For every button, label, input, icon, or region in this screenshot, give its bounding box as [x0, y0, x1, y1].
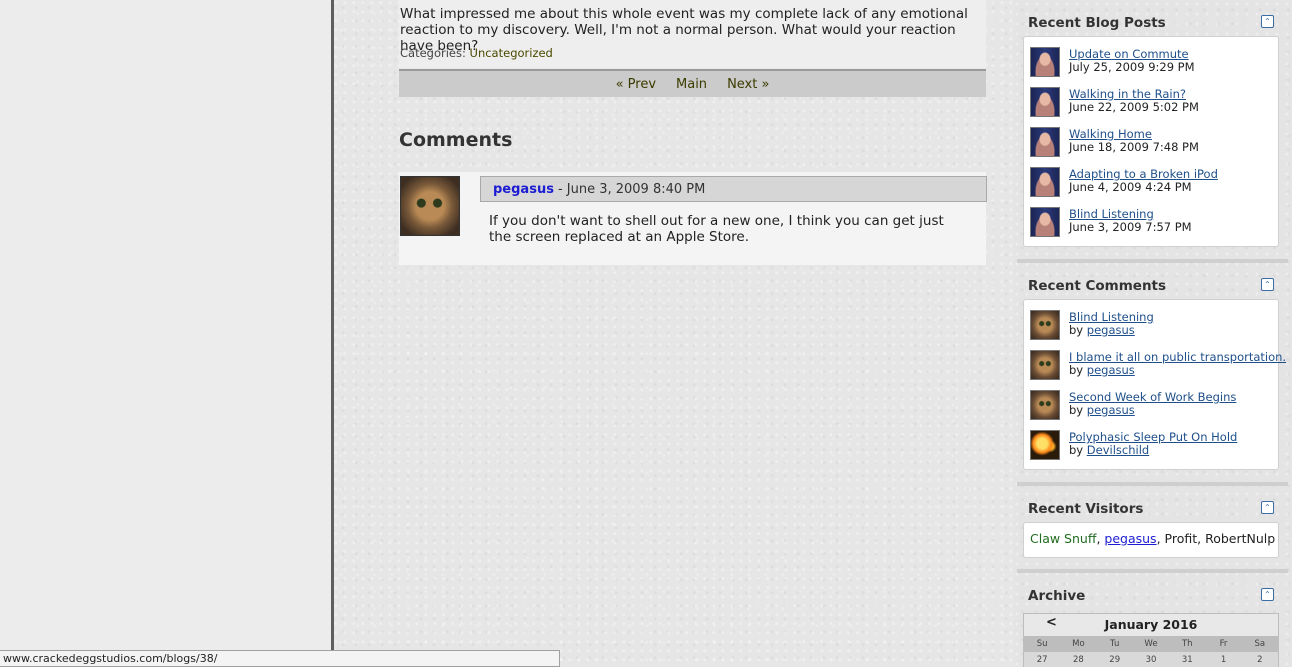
post-date: July 25, 2009 9:29 PM: [1069, 60, 1195, 74]
visitor-link[interactable]: pegasus: [1104, 531, 1156, 546]
comment-author-link[interactable]: pegasus: [1087, 403, 1135, 417]
post-date: June 18, 2009 7:48 PM: [1069, 140, 1199, 154]
recent-comments-panel: Blind Listening by pegasus I blame it al…: [1023, 299, 1286, 470]
widget-title: Archive: [1028, 588, 1086, 604]
visitor-name: RobertNulp: [1205, 531, 1276, 546]
left-gutter: [0, 0, 331, 667]
comment-body: If you don't want to shell out for a new…: [489, 213, 944, 245]
weekday-label: Sa: [1254, 639, 1266, 649]
post-link[interactable]: Adapting to a Broken iPod: [1069, 167, 1218, 181]
weekday-label: Fr: [1219, 639, 1228, 649]
post-thumbnail[interactable]: [1030, 87, 1060, 117]
calendar-day[interactable]: 1: [1205, 652, 1241, 666]
comment-byline: by pegasus: [1069, 403, 1135, 417]
visitor-separator: ,: [1197, 531, 1206, 546]
post-date: June 4, 2009 4:24 PM: [1069, 180, 1192, 194]
categories-label: Categories:: [400, 46, 466, 60]
post-link[interactable]: Walking Home: [1069, 127, 1152, 141]
category-link[interactable]: Uncategorized: [470, 46, 553, 60]
comment-post-link[interactable]: I blame it all on public transportation.: [1069, 350, 1286, 364]
post-thumbnail[interactable]: [1030, 127, 1060, 157]
post-pager: « Prev Main Next »: [399, 69, 986, 97]
collapse-icon[interactable]: ⌃: [1261, 15, 1274, 28]
commenter-thumbnail[interactable]: [1030, 350, 1060, 380]
recent-visitors-widget: Recent Visitors ⌃ Claw Snuff, pegasus, P…: [1017, 500, 1288, 560]
widget-title: Recent Visitors: [1028, 501, 1144, 517]
commenter-thumbnail[interactable]: [1030, 430, 1060, 460]
calendar-day[interactable]: 2: [1242, 652, 1278, 666]
comment-post-link[interactable]: Blind Listening: [1069, 310, 1154, 324]
collapse-icon[interactable]: ⌃: [1261, 588, 1274, 601]
calendar-day[interactable]: 30: [1133, 652, 1169, 666]
calendar-day[interactable]: 28: [1060, 652, 1096, 666]
comment-post-link[interactable]: Second Week of Work Begins: [1069, 390, 1236, 404]
recent-comments-widget: Recent Comments ⌃ Blind Listening by peg…: [1017, 277, 1288, 472]
comment-author-link[interactable]: pegasus: [1087, 363, 1135, 377]
post-thumbnail[interactable]: [1030, 167, 1060, 197]
weekday-label: We: [1144, 639, 1158, 649]
visitor-name: Profit: [1164, 531, 1198, 546]
visitor-link[interactable]: Claw Snuff: [1030, 531, 1096, 546]
calendar-header: January 2016 <: [1024, 614, 1278, 636]
visitor-separator: ,: [1156, 531, 1165, 546]
weekday-label: Su: [1036, 639, 1048, 649]
comment-post-link[interactable]: Polyphasic Sleep Put On Hold: [1069, 430, 1237, 444]
recent-visitors-panel: Claw Snuff, pegasus, Profit, RobertNulp: [1023, 522, 1279, 558]
by-label: by: [1069, 323, 1084, 337]
by-label: by: [1069, 363, 1084, 377]
post-link[interactable]: Update on Commute: [1069, 47, 1189, 61]
calendar-weekdays: Su Mo Tu We Th Fr Sa: [1024, 636, 1278, 652]
calendar-day[interactable]: 27: [1024, 652, 1060, 666]
calendar-month: January 2016: [1104, 617, 1198, 632]
post-thumbnail[interactable]: [1030, 47, 1060, 77]
calendar-prev-button[interactable]: <: [1046, 615, 1057, 630]
post-link[interactable]: Blind Listening: [1069, 207, 1154, 221]
post-thumbnail[interactable]: [1030, 207, 1060, 237]
comment-author-link[interactable]: pegasus: [493, 182, 554, 197]
widget-title: Recent Comments: [1028, 278, 1167, 294]
by-label: by: [1069, 443, 1084, 457]
post-date: June 3, 2009 7:57 PM: [1069, 220, 1192, 234]
widget-divider: [1017, 482, 1288, 486]
post-date: June 22, 2009 5:02 PM: [1069, 100, 1199, 114]
post-link[interactable]: Walking in the Rain?: [1069, 87, 1186, 101]
browser-status-bar: www.crackedeggstudios.com/blogs/38/: [0, 650, 560, 667]
widget-divider: [1017, 259, 1288, 263]
by-label: by: [1069, 403, 1084, 417]
recent-posts-widget: Recent Blog Posts ⌃ Update on Commute Ju…: [1017, 14, 1288, 249]
recent-posts-panel: Update on Commute July 25, 2009 9:29 PM …: [1023, 36, 1279, 247]
archive-calendar: January 2016 < Su Mo Tu We Th Fr Sa 27 2…: [1023, 613, 1279, 667]
commenter-thumbnail[interactable]: [1030, 390, 1060, 420]
comment-byline: by pegasus: [1069, 323, 1135, 337]
post-categories: Categories: Uncategorized: [400, 46, 553, 60]
commenter-thumbnail[interactable]: [1030, 310, 1060, 340]
next-post-link[interactable]: Next »: [727, 77, 769, 92]
comments-heading: Comments: [399, 129, 513, 151]
content-background: [334, 0, 1014, 667]
comment-header: pegasus - June 3, 2009 8:40 PM: [480, 176, 987, 202]
weekday-label: Tu: [1110, 639, 1120, 649]
main-link[interactable]: Main: [676, 77, 707, 92]
comment-author-link[interactable]: pegasus: [1087, 323, 1135, 337]
collapse-icon[interactable]: ⌃: [1261, 278, 1274, 291]
calendar-day[interactable]: 29: [1097, 652, 1133, 666]
calendar-day[interactable]: 31: [1169, 652, 1205, 666]
comment-author-link[interactable]: Devilschild: [1087, 443, 1149, 457]
calendar-week-row: 27 28 29 30 31 1 2: [1024, 652, 1278, 666]
visitor-list: Claw Snuff, pegasus, Profit, RobertNulp: [1030, 531, 1275, 546]
prev-post-link[interactable]: « Prev: [616, 77, 656, 92]
commenter-avatar[interactable]: [400, 176, 460, 236]
widget-divider: [1017, 569, 1288, 573]
collapse-icon[interactable]: ⌃: [1261, 501, 1274, 514]
weekday-label: Th: [1181, 639, 1193, 649]
widget-title: Recent Blog Posts: [1028, 15, 1166, 31]
archive-widget: Archive ⌃ January 2016 < Su Mo Tu We Th …: [1017, 587, 1288, 667]
comment-byline: by pegasus: [1069, 363, 1135, 377]
comment-date: - June 3, 2009 8:40 PM: [557, 181, 706, 197]
weekday-label: Mo: [1072, 639, 1085, 649]
comment-byline: by Devilschild: [1069, 443, 1149, 457]
